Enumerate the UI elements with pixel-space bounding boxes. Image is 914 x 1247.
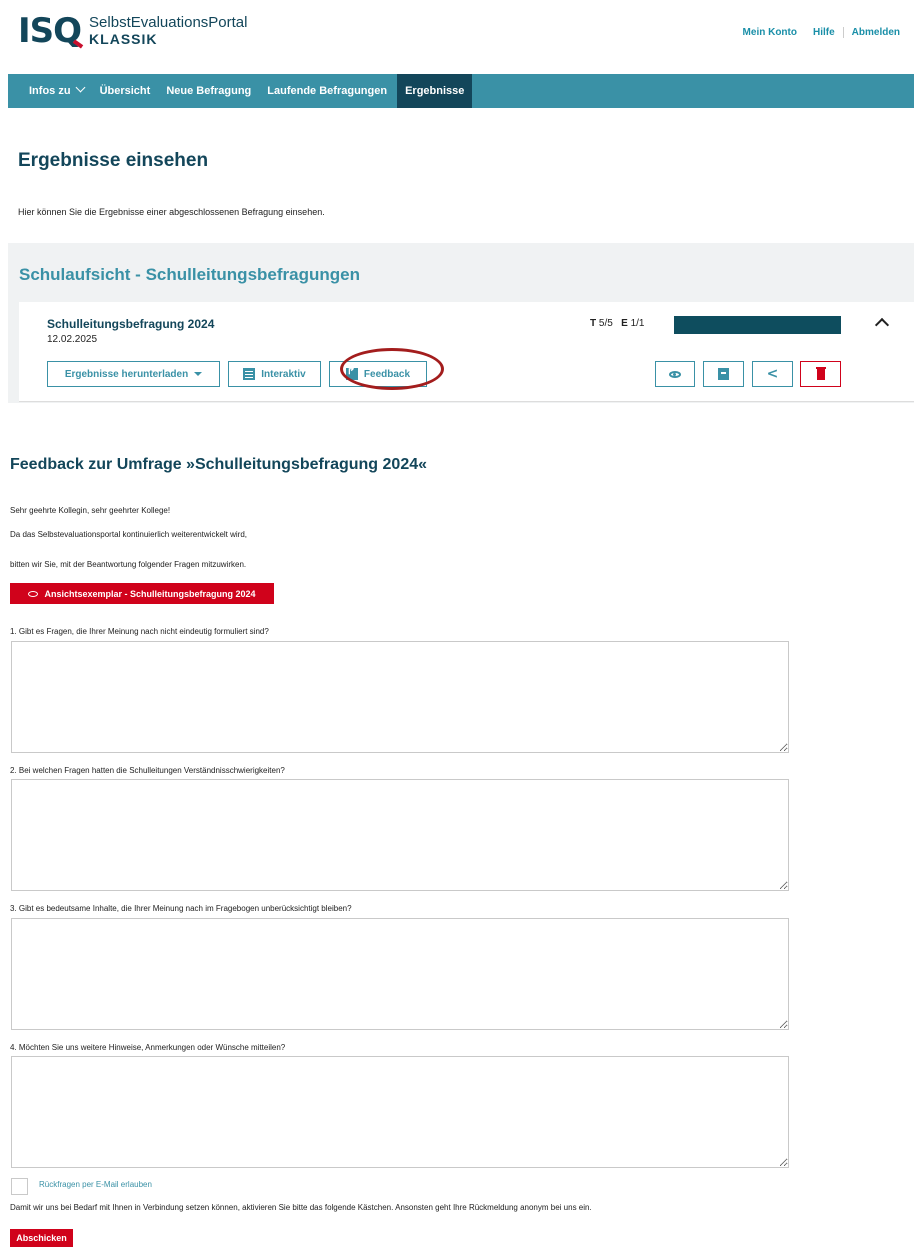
page-title: Ergebnisse einsehen [18, 150, 209, 171]
question-2-label: 2. Bei welchen Fragen hatten die Schulle… [10, 766, 285, 775]
group-title: Schulaufsicht - Schulleitungsbefragungen [19, 265, 360, 284]
logo-mark: ISQ [18, 11, 82, 51]
chevron-down-icon [75, 82, 86, 93]
list-icon [243, 368, 256, 380]
nav-item-new-survey[interactable]: Neue Befragung [166, 74, 251, 108]
feedback-title: Feedback zur Umfrage »Schulleitungsbefra… [10, 456, 428, 473]
highlight-circle [340, 348, 444, 390]
my-account-link[interactable]: Mein Konto [735, 27, 805, 38]
help-link[interactable]: Hilfe [805, 27, 843, 38]
survey-stats: T 5/5 E 1/1 [590, 318, 645, 329]
answer-1-textarea[interactable] [11, 641, 789, 753]
survey-card: Schulleitungsbefragung 2024 12.02.2025 T… [19, 302, 914, 402]
answer-3-textarea[interactable] [11, 918, 789, 1030]
email-contact-label[interactable]: Rückfragen per E-Mail erlauben [39, 1180, 152, 1189]
question-4-label: 4. Möchten Sie uns weitere Hinweise, Anm… [10, 1043, 286, 1052]
submit-button[interactable]: Abschicken [10, 1229, 73, 1247]
isq-logo[interactable]: ISQ SelbstEvaluationsPortal KLASSIK [18, 14, 247, 48]
logout-link[interactable]: Abmelden [842, 27, 908, 38]
header: ISQ SelbstEvaluationsPortal KLASSIK Mein… [0, 0, 914, 72]
download-label: Ergebnisse herunterladen [64, 368, 189, 380]
trash-icon [815, 366, 826, 380]
question-3-label: 3. Gibt es bedeutsame Inhalte, die Ihrer… [10, 904, 352, 913]
copy-button[interactable] [703, 361, 744, 387]
download-results-button[interactable]: Ergebnisse herunterladen [47, 361, 220, 387]
answer-2-textarea[interactable] [11, 779, 789, 891]
eye-icon [28, 590, 39, 597]
logo-title: SelbstEvaluationsPortal [89, 14, 248, 31]
page-intro: Hier können Sie die Ergebnisse einer abg… [18, 207, 325, 217]
account-links: Mein Konto Hilfe Abmelden [735, 27, 908, 38]
question-1-label: 1. Gibt es Fragen, die Ihrer Meinung nac… [10, 627, 269, 636]
logo-subtitle: KLASSIK [89, 31, 158, 47]
e-value: 1/1 [630, 318, 645, 329]
share-icon: < [766, 366, 779, 382]
main-nav: Infos zu Übersicht Neue Befragung Laufen… [8, 74, 914, 108]
view-button[interactable] [655, 361, 695, 387]
survey-date: 12.02.2025 [47, 334, 98, 345]
caret-down-icon [194, 372, 203, 376]
preview-button[interactable]: Ansichtsexemplar - Schulleitungsbefragun… [10, 583, 274, 604]
t-value: 5/5 [598, 318, 613, 329]
chevron-up-icon[interactable] [874, 317, 890, 333]
survey-name: Schulleitungsbefragung 2024 [47, 317, 215, 331]
e-label: E [621, 318, 628, 329]
progress-bar [674, 316, 841, 334]
nav-item-overview[interactable]: Übersicht [100, 74, 151, 108]
answer-4-textarea[interactable] [11, 1056, 789, 1168]
interactive-button[interactable]: Interaktiv [228, 361, 321, 387]
intro-text-2: bitten wir Sie, mit der Beantwortung fol… [10, 560, 247, 569]
survey-group-panel: Schulaufsicht - Schulleitungsbefragungen… [8, 243, 914, 403]
delete-button[interactable] [800, 361, 841, 387]
nav-item-running-surveys[interactable]: Laufende Befragungen [267, 74, 387, 108]
interactive-label: Interaktiv [261, 368, 306, 380]
greeting-text: Sehr geehrte Kollegin, sehr geehrter Kol… [10, 506, 171, 515]
nav-item-results[interactable]: Ergebnisse [397, 74, 473, 108]
preview-label: Ansichtsexemplar - Schulleitungsbefragun… [44, 588, 256, 599]
t-label: T [590, 318, 597, 329]
contact-note: Damit wir uns bei Bedarf mit Ihnen in Ve… [10, 1203, 592, 1212]
email-contact-checkbox[interactable] [11, 1178, 28, 1195]
copy-icon [718, 368, 729, 380]
nav-label: Infos zu [29, 85, 71, 97]
eye-icon [669, 370, 681, 378]
nav-item-infos[interactable]: Infos zu [29, 74, 86, 108]
share-button[interactable]: < [752, 361, 793, 387]
intro-text-1: Da das Selbstevaluationsportal kontinuie… [10, 530, 248, 539]
